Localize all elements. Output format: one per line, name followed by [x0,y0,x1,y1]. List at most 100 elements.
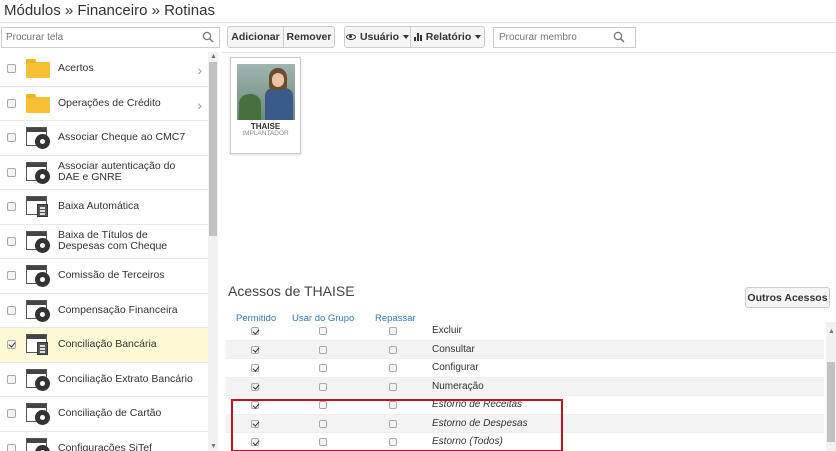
permitido-checkbox[interactable] [251,327,259,335]
usar-do-grupo-checkbox[interactable] [319,327,327,335]
screen-list-item[interactable]: Baixa Automática [0,190,208,225]
window-gear-icon [26,299,52,322]
screen-checkbox[interactable] [7,409,16,418]
screen-list-item-label: Conciliação de Cartão [58,407,162,420]
screen-checkbox[interactable] [7,202,16,211]
screen-checkbox[interactable] [7,64,16,73]
screen-list-item-label: Configurações SiTef [58,441,152,451]
screen-checkbox[interactable] [7,167,16,177]
user-dropdown-button[interactable]: Usuário [344,26,411,48]
screen-list-item[interactable]: Conciliação Extrato Bancário [0,362,208,397]
screen-checkbox[interactable] [7,374,16,384]
permitido-checkbox[interactable] [251,382,259,391]
report-dropdown-button[interactable]: Relatório [410,26,485,48]
screen-list-item-label: Associar autenticação do DAE e GNRE [58,160,176,184]
scrollbar-thumb[interactable] [209,62,217,236]
breadcrumb: Módulos » Financeiro » Rotinas [4,2,215,19]
permitido-checkbox[interactable] [251,345,259,354]
other-access-button[interactable]: Outros Acessos [745,287,830,308]
window-gear-icon [26,127,52,149]
add-button[interactable]: Adicionar [227,26,284,48]
access-row: Consultar [226,340,824,359]
access-table-scrollbar[interactable]: ▲ [826,322,836,451]
access-label: Configurar [432,362,479,374]
window-gear-icon [26,368,52,391]
folder-icon [26,58,52,80]
screen-list-item-label: Comissão de Terceiros [58,269,165,282]
screen-list-item[interactable]: Associar Cheque ao CMC7 [0,121,208,156]
highlight-box [231,399,563,451]
screen-list-item[interactable]: Configurações SiTef [0,431,208,451]
screen-list-item[interactable]: Acertos › [0,52,208,87]
member-search-field[interactable] [493,27,636,48]
screen-search-input[interactable] [2,28,192,47]
chevron-right-icon[interactable]: › [197,62,202,78]
repassar-checkbox[interactable] [389,327,397,335]
screen-list-item-label: Compensação Financeira [58,303,178,316]
scroll-up-icon[interactable]: ▲ [828,328,835,335]
chevron-right-icon[interactable]: › [197,97,202,113]
search-icon[interactable] [202,31,214,46]
repassar-checkbox[interactable] [389,382,397,391]
caret-down-icon [403,35,410,39]
usar-do-grupo-checkbox[interactable] [319,345,327,354]
member-card[interactable]: THAISE IMPLANTADOR [230,57,301,154]
usar-do-grupo-checkbox[interactable] [319,364,327,372]
access-row: Excluir [226,322,824,341]
member-photo [237,64,295,120]
window-gear-icon [26,437,52,451]
access-label: Excluir [432,325,463,337]
screen-list-item-label: Conciliação Extrato Bancário [58,372,193,385]
window-gear-icon [26,230,52,253]
toolbar-divider [222,52,836,53]
screen-list-item-label: Baixa de Títulos de Despesas com Cheque [58,229,168,253]
report-dropdown-label: Relatório [425,31,472,43]
screen-list-item-label: Baixa Automática [58,200,140,213]
screen-list-item-label: Acertos [58,62,94,75]
screen-list-item[interactable]: Conciliação de Cartão [0,397,208,432]
repassar-checkbox[interactable] [389,364,397,372]
scroll-down-icon[interactable]: ▼ [210,443,217,450]
window-calc-icon [26,334,52,356]
screen-checkbox[interactable] [7,443,16,451]
access-label: Numeração [432,380,484,392]
screen-checkbox[interactable] [7,340,16,349]
bar-chart-icon [413,33,422,41]
access-row: Configurar [226,359,824,378]
window-gear-icon [26,161,52,184]
screen-search-field[interactable] [1,27,220,48]
screen-checkbox[interactable] [7,305,16,315]
screen-list-item[interactable]: Compensação Financeira [0,293,208,328]
screen-list-item[interactable]: Associar autenticação do DAE e GNRE [0,155,208,190]
screen-list-item[interactable]: Baixa de Títulos de Despesas com Cheque [0,224,208,259]
search-icon[interactable] [613,31,625,46]
screen-checkbox[interactable] [7,133,16,142]
screen-list-item[interactable]: Comissão de Terceiros [0,259,208,294]
header-divider [0,22,836,23]
scrollbar-thumb[interactable] [827,362,835,442]
member-search-input[interactable] [494,28,614,47]
repassar-checkbox[interactable] [389,345,397,354]
permitido-checkbox[interactable] [251,364,259,372]
folder-icon [26,93,52,115]
screen-list-item-label: Associar Cheque ao CMC7 [58,131,186,144]
usar-do-grupo-checkbox[interactable] [319,382,327,391]
screen-checkbox[interactable] [7,236,16,246]
remove-button[interactable]: Remover [283,26,335,48]
screen-list-item[interactable]: Operações de Crédito › [0,86,208,121]
screen-checkbox[interactable] [7,98,16,108]
access-label: Consultar [432,343,475,355]
window-gear-icon [26,403,52,425]
screen-checkbox[interactable] [7,271,16,280]
screen-list-item[interactable]: Conciliação Bancária [0,328,208,363]
window-gear-icon [26,265,52,287]
screen-list-item-label: Operações de Crédito [58,96,161,109]
scroll-up-icon[interactable]: ▲ [210,53,217,60]
access-title: Acessos de THAISE [228,283,355,299]
user-dropdown-label: Usuário [359,31,400,43]
screen-list-item-label: Conciliação Bancária [58,338,157,351]
eye-icon [345,34,356,40]
window-calc-icon [26,196,52,218]
screen-list-scrollbar[interactable]: ▲ ▼ [208,52,218,451]
caret-down-icon [475,35,482,39]
